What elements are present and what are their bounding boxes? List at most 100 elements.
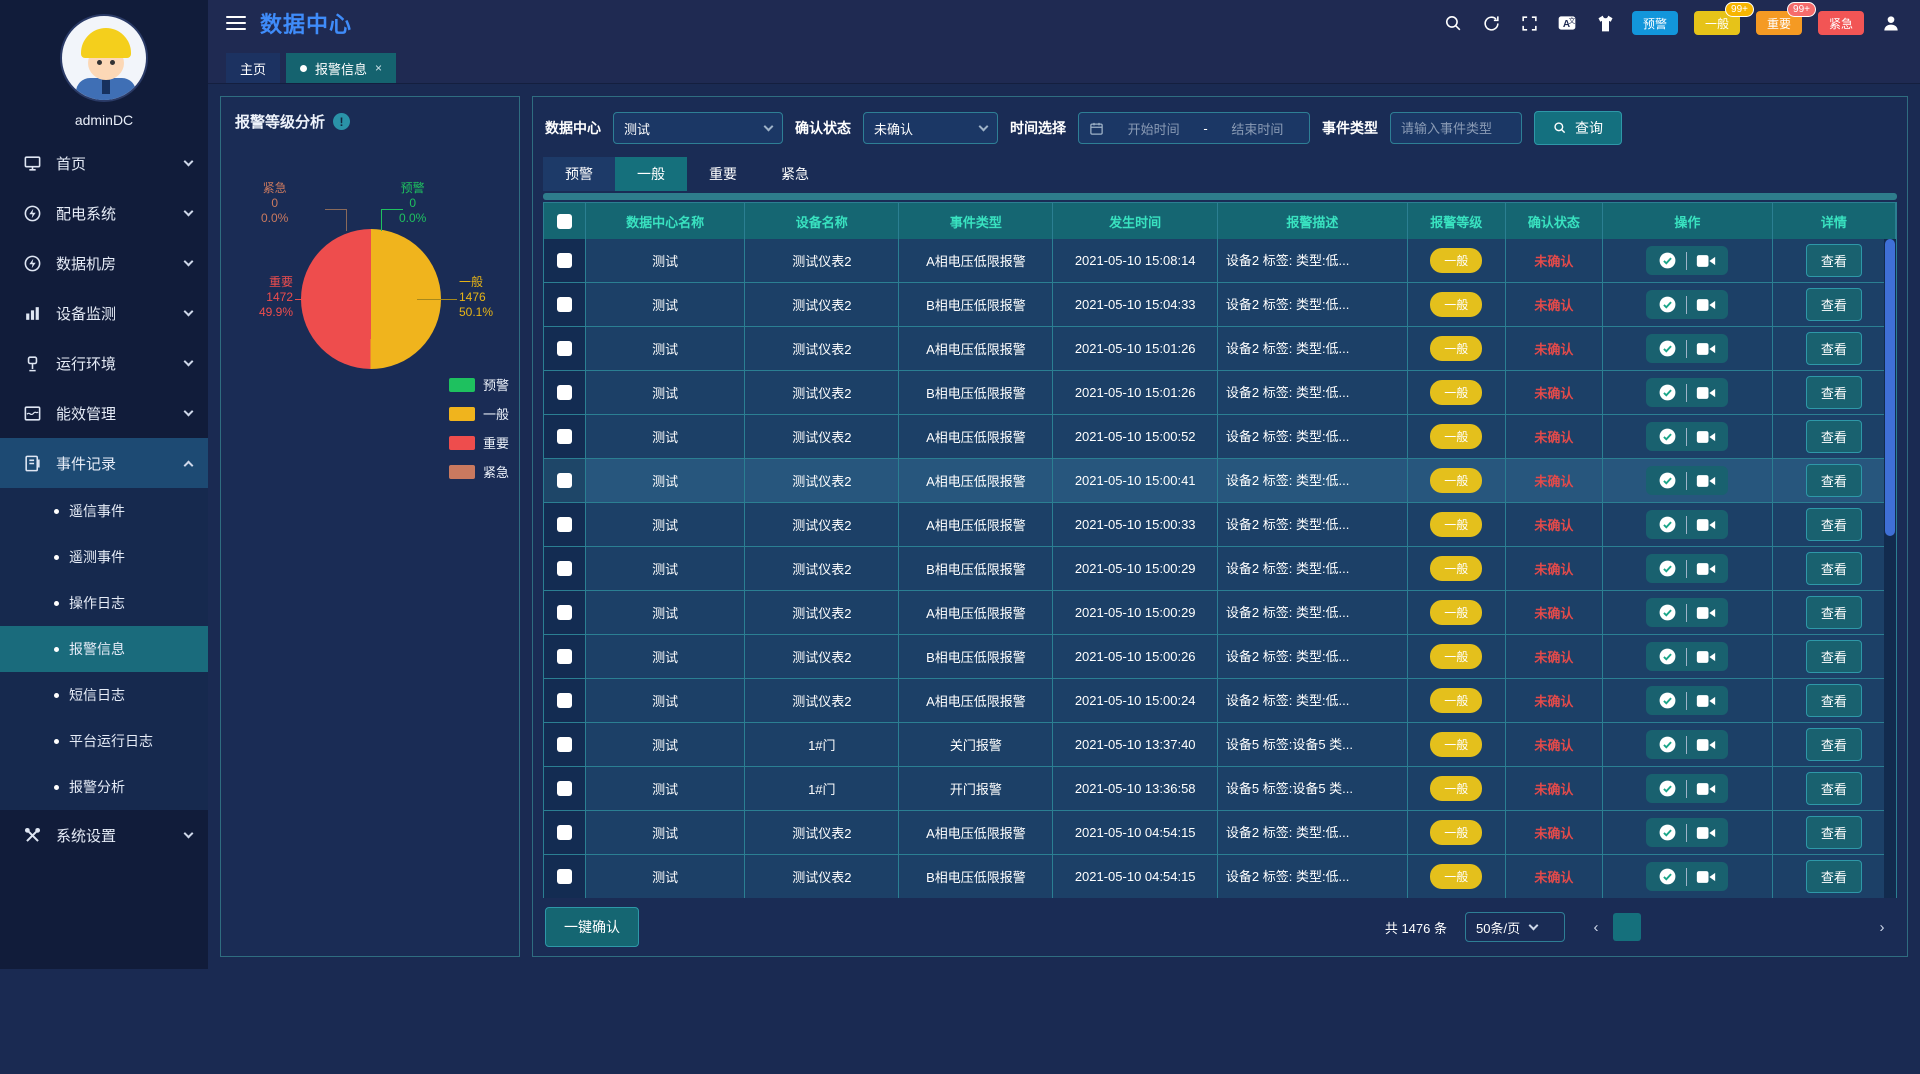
badge-major[interactable]: 重要99+ <box>1756 11 1802 35</box>
alarm-tab[interactable]: 紧急 <box>759 157 831 191</box>
avatar[interactable] <box>60 14 148 102</box>
view-button[interactable]: 查看 <box>1806 728 1862 761</box>
confirm-check-icon[interactable] <box>1658 339 1677 358</box>
row-checkbox[interactable] <box>557 297 572 312</box>
camera-icon[interactable] <box>1696 605 1716 621</box>
sidebar-subitem[interactable]: 报警分析 <box>0 764 208 810</box>
sidebar-subitem[interactable]: 遥测事件 <box>0 534 208 580</box>
confirm-check-icon[interactable] <box>1658 735 1677 754</box>
view-button[interactable]: 查看 <box>1806 420 1862 453</box>
sidebar-subitem[interactable]: 遥信事件 <box>0 488 208 534</box>
row-checkbox[interactable] <box>557 385 572 400</box>
tab-alarm-info[interactable]: 报警信息 × <box>286 53 396 83</box>
camera-icon[interactable] <box>1696 517 1716 533</box>
close-icon[interactable]: × <box>375 61 382 75</box>
time-range-picker[interactable]: 开始时间 - 结束时间 <box>1078 112 1310 144</box>
confirm-check-icon[interactable] <box>1658 471 1677 490</box>
refresh-icon[interactable] <box>1480 12 1502 34</box>
row-checkbox[interactable] <box>557 429 572 444</box>
camera-icon[interactable] <box>1696 253 1716 269</box>
camera-icon[interactable] <box>1696 693 1716 709</box>
alarm-tab[interactable]: 一般 <box>615 157 687 191</box>
camera-icon[interactable] <box>1696 561 1716 577</box>
confirm-check-icon[interactable] <box>1658 427 1677 446</box>
next-page-button[interactable]: › <box>1869 914 1895 940</box>
camera-icon[interactable] <box>1696 869 1716 885</box>
page-button[interactable] <box>1613 913 1641 941</box>
view-button[interactable]: 查看 <box>1806 816 1862 849</box>
sidebar-subitem[interactable]: 操作日志 <box>0 580 208 626</box>
sidebar-item-power-distribution[interactable]: 配电系统 <box>0 188 208 238</box>
hamburger-menu-icon[interactable] <box>226 16 246 30</box>
fullscreen-icon[interactable] <box>1518 12 1540 34</box>
sidebar-subitem[interactable]: 平台运行日志 <box>0 718 208 764</box>
legend-item[interactable]: 预警 <box>449 375 509 394</box>
row-checkbox[interactable] <box>557 473 572 488</box>
row-checkbox[interactable] <box>557 253 572 268</box>
view-button[interactable]: 查看 <box>1806 244 1862 277</box>
confirm-all-button[interactable]: 一键确认 <box>545 907 639 947</box>
badge-normal[interactable]: 一般99+ <box>1694 11 1740 35</box>
page-button[interactable] <box>1709 913 1737 941</box>
confirm-check-icon[interactable] <box>1658 559 1677 578</box>
sidebar-item-energy[interactable]: 能效管理 <box>0 388 208 438</box>
view-button[interactable]: 查看 <box>1806 596 1862 629</box>
sidebar-item-event-records[interactable]: 事件记录 <box>0 438 208 488</box>
horizontal-scrollbar[interactable] <box>543 193 1897 200</box>
camera-icon[interactable] <box>1696 297 1716 313</box>
camera-icon[interactable] <box>1696 825 1716 841</box>
theme-shirt-icon[interactable] <box>1594 12 1616 34</box>
view-button[interactable]: 查看 <box>1806 772 1862 805</box>
view-button[interactable]: 查看 <box>1806 684 1862 717</box>
row-checkbox[interactable] <box>557 517 572 532</box>
sidebar-item-data-room[interactable]: 数据机房 <box>0 238 208 288</box>
page-size-select[interactable]: 50条/页 <box>1465 912 1565 942</box>
status-select[interactable]: 未确认 <box>863 112 998 144</box>
camera-icon[interactable] <box>1696 385 1716 401</box>
row-checkbox[interactable] <box>557 869 572 884</box>
page-button[interactable] <box>1741 913 1769 941</box>
row-checkbox[interactable] <box>557 693 572 708</box>
confirm-check-icon[interactable] <box>1658 691 1677 710</box>
camera-icon[interactable] <box>1696 341 1716 357</box>
user-icon[interactable] <box>1880 12 1902 34</box>
row-checkbox[interactable] <box>557 561 572 576</box>
tab-home[interactable]: 主页 <box>226 53 280 83</box>
sidebar-subitem[interactable]: 短信日志 <box>0 672 208 718</box>
row-checkbox[interactable] <box>557 649 572 664</box>
scrollbar-thumb[interactable] <box>1885 239 1895 536</box>
event-type-input[interactable] <box>1390 112 1522 144</box>
page-button[interactable] <box>1645 913 1673 941</box>
row-checkbox[interactable] <box>557 341 572 356</box>
sidebar-item-environment[interactable]: 运行环境 <box>0 338 208 388</box>
legend-item[interactable]: 重要 <box>449 433 509 452</box>
legend-item[interactable]: 一般 <box>449 404 509 423</box>
camera-icon[interactable] <box>1696 473 1716 489</box>
confirm-check-icon[interactable] <box>1658 251 1677 270</box>
sidebar-item-device-monitoring[interactable]: 设备监测 <box>0 288 208 338</box>
sidebar-item-settings[interactable]: 系统设置 <box>0 810 208 860</box>
legend-item[interactable]: 紧急 <box>449 462 509 481</box>
confirm-check-icon[interactable] <box>1658 603 1677 622</box>
view-button[interactable]: 查看 <box>1806 376 1862 409</box>
camera-icon[interactable] <box>1696 781 1716 797</box>
confirm-check-icon[interactable] <box>1658 647 1677 666</box>
view-button[interactable]: 查看 <box>1806 288 1862 321</box>
confirm-check-icon[interactable] <box>1658 867 1677 886</box>
dc-select[interactable]: 测试 <box>613 112 783 144</box>
row-checkbox[interactable] <box>557 781 572 796</box>
camera-icon[interactable] <box>1696 429 1716 445</box>
sidebar-item-home[interactable]: 首页 <box>0 138 208 188</box>
badge-warn[interactable]: 预警 <box>1632 11 1678 35</box>
page-button[interactable] <box>1805 913 1833 941</box>
alarm-tab[interactable]: 重要 <box>687 157 759 191</box>
select-all-checkbox[interactable] <box>557 214 572 229</box>
row-checkbox[interactable] <box>557 737 572 752</box>
confirm-check-icon[interactable] <box>1658 383 1677 402</box>
prev-page-button[interactable]: ‹ <box>1583 914 1609 940</box>
search-icon[interactable] <box>1442 12 1464 34</box>
camera-icon[interactable] <box>1696 649 1716 665</box>
page-button[interactable] <box>1677 913 1705 941</box>
confirm-check-icon[interactable] <box>1658 295 1677 314</box>
camera-icon[interactable] <box>1696 737 1716 753</box>
